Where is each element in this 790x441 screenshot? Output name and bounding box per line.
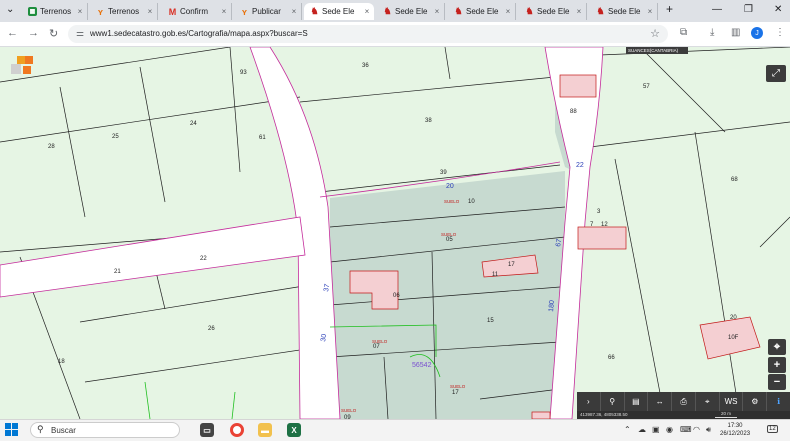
catastro-icon: ♞ <box>596 6 605 16</box>
system-clock[interactable]: 17:30 26/12/2023 <box>720 422 750 438</box>
tab-label: Publicar <box>252 7 281 16</box>
tab-3[interactable]: M Confirm × <box>162 3 232 20</box>
tab-label: Terrenos <box>108 7 140 16</box>
tab-1[interactable]: ▦ Terrenos × <box>22 3 88 20</box>
close-icon[interactable]: × <box>76 7 84 16</box>
close-icon[interactable]: × <box>575 7 583 16</box>
scale-bar <box>715 417 737 418</box>
close-icon[interactable]: × <box>433 7 441 16</box>
forward-button[interactable]: → <box>28 27 39 39</box>
catastro-icon: ♞ <box>454 6 463 16</box>
sheets-icon: ▦ <box>28 7 37 16</box>
close-icon[interactable]: × <box>504 7 512 16</box>
menu-icon[interactable]: ⋮ <box>775 27 785 38</box>
catastro-logo-icon <box>11 56 37 82</box>
windows-taskbar: ⚲ Buscar ▭ ▬ X ⌃ ☁ ▣ ◉ ⌨ ◠ 🔊︎ 17:30 26/1… <box>0 419 790 441</box>
browser-tab-bar: ⌄ ▦ Terrenos × ʏ Terrenos × M Confirm × … <box>0 0 790 22</box>
tab-4[interactable]: ʏ Publicar × <box>234 3 302 20</box>
close-icon[interactable]: × <box>646 7 654 16</box>
tab-label: Sede Ele <box>322 7 355 16</box>
coordinate-bar: 413987.36, 4805338.50 20 m <box>577 411 790 419</box>
browser-toolbar: ← → ↻ ⚌ www1.sedecatastro.gob.es/Cartogr… <box>0 22 790 47</box>
close-window-button[interactable]: ✕ <box>774 4 782 15</box>
tab-8[interactable]: ♞ Sede Ele × <box>519 3 587 20</box>
tab-label: Confirm <box>180 7 209 16</box>
search-placeholder[interactable]: Buscar <box>51 426 76 435</box>
download-icon[interactable]: ⤓ <box>710 27 714 38</box>
close-icon[interactable]: × <box>290 7 298 16</box>
measure-icon[interactable]: ↔ <box>648 392 673 411</box>
tab-label: Sede Ele <box>395 7 428 16</box>
tab-label: Terrenos <box>40 7 72 16</box>
idealista-icon: ʏ <box>241 6 248 17</box>
gmail-icon: M <box>168 6 177 17</box>
reload-button[interactable]: ↻ <box>49 27 58 40</box>
map-canvas[interactable] <box>0 47 790 419</box>
wifi-icon[interactable]: ◠ <box>693 425 700 434</box>
cadastral-map[interactable]: 36 93 25 28 24 61 38 39 10 05 21 22 06 1… <box>0 47 790 419</box>
tab-label: Sede Ele <box>537 7 570 16</box>
back-button[interactable]: ← <box>7 27 18 39</box>
close-icon[interactable]: × <box>363 7 371 16</box>
tab-label: Sede Ele <box>466 7 499 16</box>
tray-app-icon[interactable]: ▣ <box>652 425 660 434</box>
tab-6[interactable]: ♞ Sede Ele × <box>377 3 445 20</box>
profile-avatar[interactable]: J <box>751 27 763 39</box>
fullscreen-icon[interactable]: ⤢ <box>766 65 786 82</box>
minimize-button[interactable]: — <box>712 4 722 15</box>
task-view-icon[interactable]: ▭ <box>200 423 214 437</box>
address-bar[interactable]: ⚌ www1.sedecatastro.gob.es/Cartografia/m… <box>68 25 668 43</box>
chrome-icon[interactable] <box>230 423 244 437</box>
excel-icon[interactable]: X <box>287 423 301 437</box>
map-toolbar: › ⚲ ▤ ↔ ⎙ ⌖ WS ⚙ ℹ <box>577 392 790 411</box>
locate-icon[interactable]: ⌖ <box>768 339 786 355</box>
tab-label: Sede Ele <box>608 7 641 16</box>
taskbar-search[interactable]: ⚲ Buscar <box>30 422 180 438</box>
built-area <box>330 171 565 419</box>
wms-icon[interactable]: WS <box>720 392 744 411</box>
tab-search-icon[interactable]: ⌄ <box>6 4 14 15</box>
search-icon[interactable]: ⚲ <box>601 392 625 411</box>
tab-7[interactable]: ♞ Sede Ele × <box>448 3 516 20</box>
catastro-icon: ♞ <box>525 6 534 16</box>
volume-icon[interactable]: 🔊︎ <box>706 425 711 435</box>
share-icon[interactable]: ⚙ <box>743 392 768 411</box>
layers-icon[interactable]: ▤ <box>625 392 649 411</box>
info-icon[interactable]: ℹ <box>767 392 790 411</box>
zoom-in-button[interactable]: + <box>768 357 786 373</box>
chevron-right-icon[interactable]: › <box>577 392 601 411</box>
zoom-out-button[interactable]: − <box>768 374 786 390</box>
municipality-label: SUANCES(CANTABRIA) <box>626 47 688 54</box>
catastro-icon: ♞ <box>383 6 392 16</box>
chevron-up-icon[interactable]: ⌃ <box>624 425 631 434</box>
coordinates-readout: 413987.36, 4805338.50 <box>580 412 628 417</box>
windows-start-icon[interactable] <box>5 423 19 437</box>
language-icon[interactable]: ⌨ <box>680 425 692 434</box>
search-icon: ⚲ <box>37 424 44 434</box>
print-icon[interactable]: ⎙ <box>672 392 696 411</box>
catastro-icon: ♞ <box>310 6 319 16</box>
new-tab-button[interactable]: + <box>666 2 673 16</box>
url-text[interactable]: www1.sedecatastro.gob.es/Cartografia/map… <box>90 29 308 38</box>
onedrive-icon[interactable]: ☁ <box>638 425 646 434</box>
file-explorer-icon[interactable]: ▬ <box>258 423 272 437</box>
clock-time: 17:30 <box>727 423 743 429</box>
scale-label: 20 m <box>721 411 732 416</box>
meet-icon[interactable]: ◉ <box>666 425 673 434</box>
clock-date: 26/12/2023 <box>720 431 751 437</box>
close-icon[interactable]: × <box>220 7 228 16</box>
tab-2[interactable]: ʏ Terrenos × <box>90 3 158 20</box>
site-info-icon[interactable]: ⚌ <box>76 28 84 39</box>
tab-5-active[interactable]: ♞ Sede Ele × <box>304 3 374 20</box>
location-icon[interactable]: ⌖ <box>696 392 720 411</box>
extensions-icon[interactable]: ⧉ <box>680 27 687 38</box>
notification-badge[interactable]: 12 <box>767 425 778 433</box>
maximize-button[interactable]: ❐ <box>744 4 753 15</box>
tab-9[interactable]: ♞ Sede Ele × <box>590 3 658 20</box>
bookmark-star-icon[interactable]: ☆ <box>650 27 660 40</box>
idealista-icon: ʏ <box>97 6 104 17</box>
side-panel-icon[interactable]: ▥ <box>731 27 740 38</box>
close-icon[interactable]: × <box>146 7 154 16</box>
